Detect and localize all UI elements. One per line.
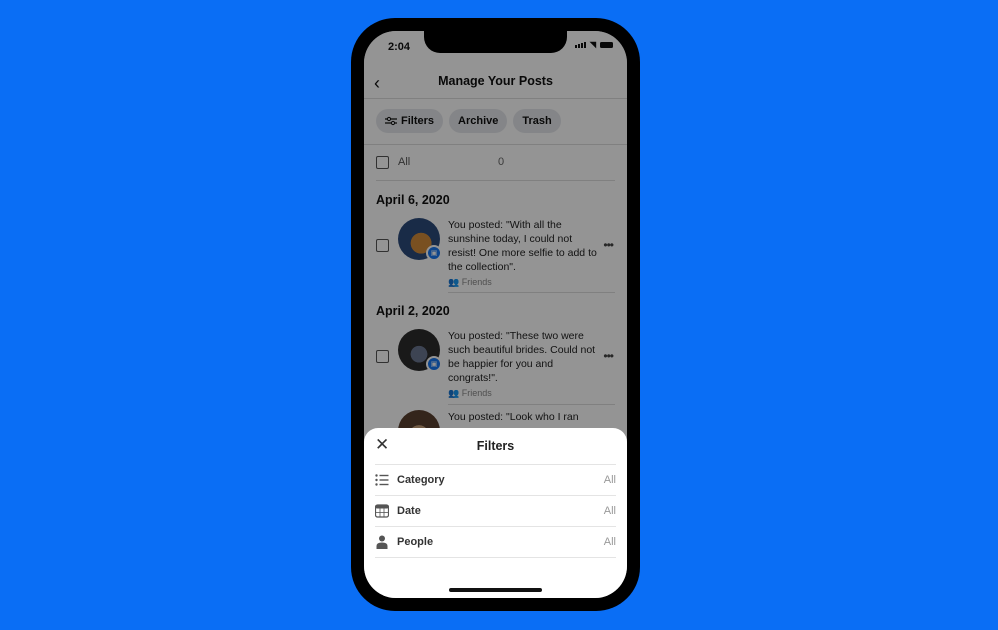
filter-value: All	[603, 474, 616, 486]
home-indicator[interactable]	[449, 588, 542, 592]
filter-label: Category	[397, 474, 445, 486]
filter-row-date[interactable]: Date All	[375, 496, 616, 526]
filter-label: Date	[397, 505, 421, 517]
phone-screen: 2:04 ◥ ‹ Manage Your Posts Filters Archi…	[364, 31, 627, 598]
phone-frame: 2:04 ◥ ‹ Manage Your Posts Filters Archi…	[351, 18, 640, 611]
filter-value: All	[603, 505, 616, 517]
sheet-title: Filters	[476, 439, 515, 453]
person-icon	[376, 535, 388, 549]
notch	[424, 31, 567, 53]
divider	[375, 557, 616, 558]
list-icon	[375, 474, 389, 486]
filter-row-category[interactable]: Category All	[375, 465, 616, 495]
filter-label: People	[397, 536, 434, 548]
filter-value: All	[603, 536, 616, 548]
calendar-icon	[375, 504, 389, 518]
filter-row-people[interactable]: People All	[375, 527, 616, 557]
filters-sheet: ✕ Filters Category All Date All People A…	[364, 428, 627, 598]
